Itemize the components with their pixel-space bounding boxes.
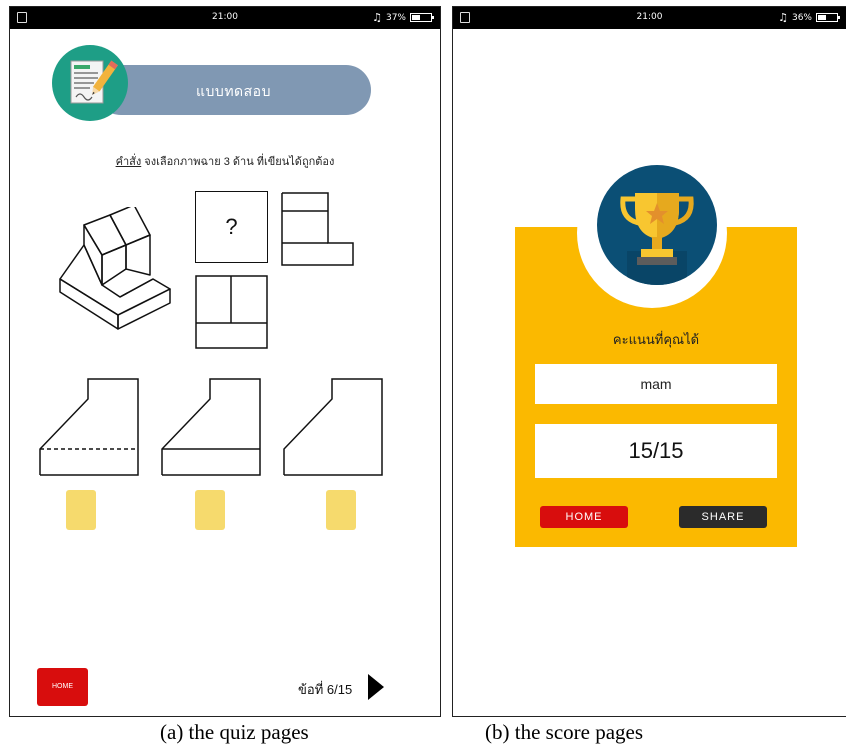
next-arrow-icon[interactable]: [368, 674, 384, 700]
page-title-bar: แบบทดสอบ: [96, 65, 371, 115]
document-pencil-icon: [52, 45, 128, 121]
battery-icon: [816, 13, 840, 22]
player-name: mam: [535, 364, 777, 404]
trophy-icon: [597, 165, 717, 285]
battery-percent: 36%: [791, 12, 812, 23]
battery-percent: 37%: [385, 12, 406, 23]
instruction-body: จงเลือกภาพฉาย 3 ด้าน ที่เขียนได้ถูกต้อง: [141, 156, 335, 168]
status-bar: 21:00 ♫ 36%: [453, 7, 846, 29]
question-counter: ข้อที่ 6/15: [298, 682, 353, 697]
instruction-keyword: คำสั่ง: [115, 156, 142, 168]
battery-icon: [410, 13, 434, 22]
instruction-text: คำสั่ง จงเลือกภาพฉาย 3 ด้าน ที่เขียนได้ถ…: [10, 152, 440, 170]
caption-quiz: (a) the quiz pages: [160, 720, 309, 744]
page-title: แบบทดสอบ: [196, 83, 271, 99]
status-bar: 21:00 ♫ 37%: [10, 7, 440, 29]
share-button[interactable]: SHARE: [679, 506, 767, 528]
option-front-view-2: [161, 378, 261, 476]
side-view-drawing: [281, 192, 354, 266]
option-front-view-3: [283, 378, 383, 476]
unknown-front-view: ?: [195, 191, 268, 263]
answer-choice-3[interactable]: [326, 490, 356, 530]
question-mark: ?: [225, 214, 238, 239]
isometric-object-drawing: [59, 207, 171, 330]
option-front-view-1: [39, 378, 139, 476]
score-label: คะแนนที่คุณได้: [612, 332, 700, 347]
quiz-screen: 21:00 ♫ 37% แบบทดสอบ คำสั่ง จงเลือกภาพฉา…: [9, 6, 441, 717]
answer-choice-2[interactable]: [195, 490, 225, 530]
score-screen: 21:00 ♫ 36% คะแนนที่คุณได้ mam 15/15 HOM…: [452, 6, 846, 717]
caption-score: (b) the score pages: [485, 720, 644, 744]
answer-choice-1[interactable]: [66, 490, 96, 530]
mute-icon: ♫: [778, 11, 788, 24]
home-button[interactable]: HOME: [540, 506, 628, 528]
home-button[interactable]: HOME: [37, 668, 88, 706]
top-view-drawing: [195, 275, 268, 349]
score-value: 15/15: [535, 424, 777, 478]
mute-icon: ♫: [372, 11, 382, 24]
